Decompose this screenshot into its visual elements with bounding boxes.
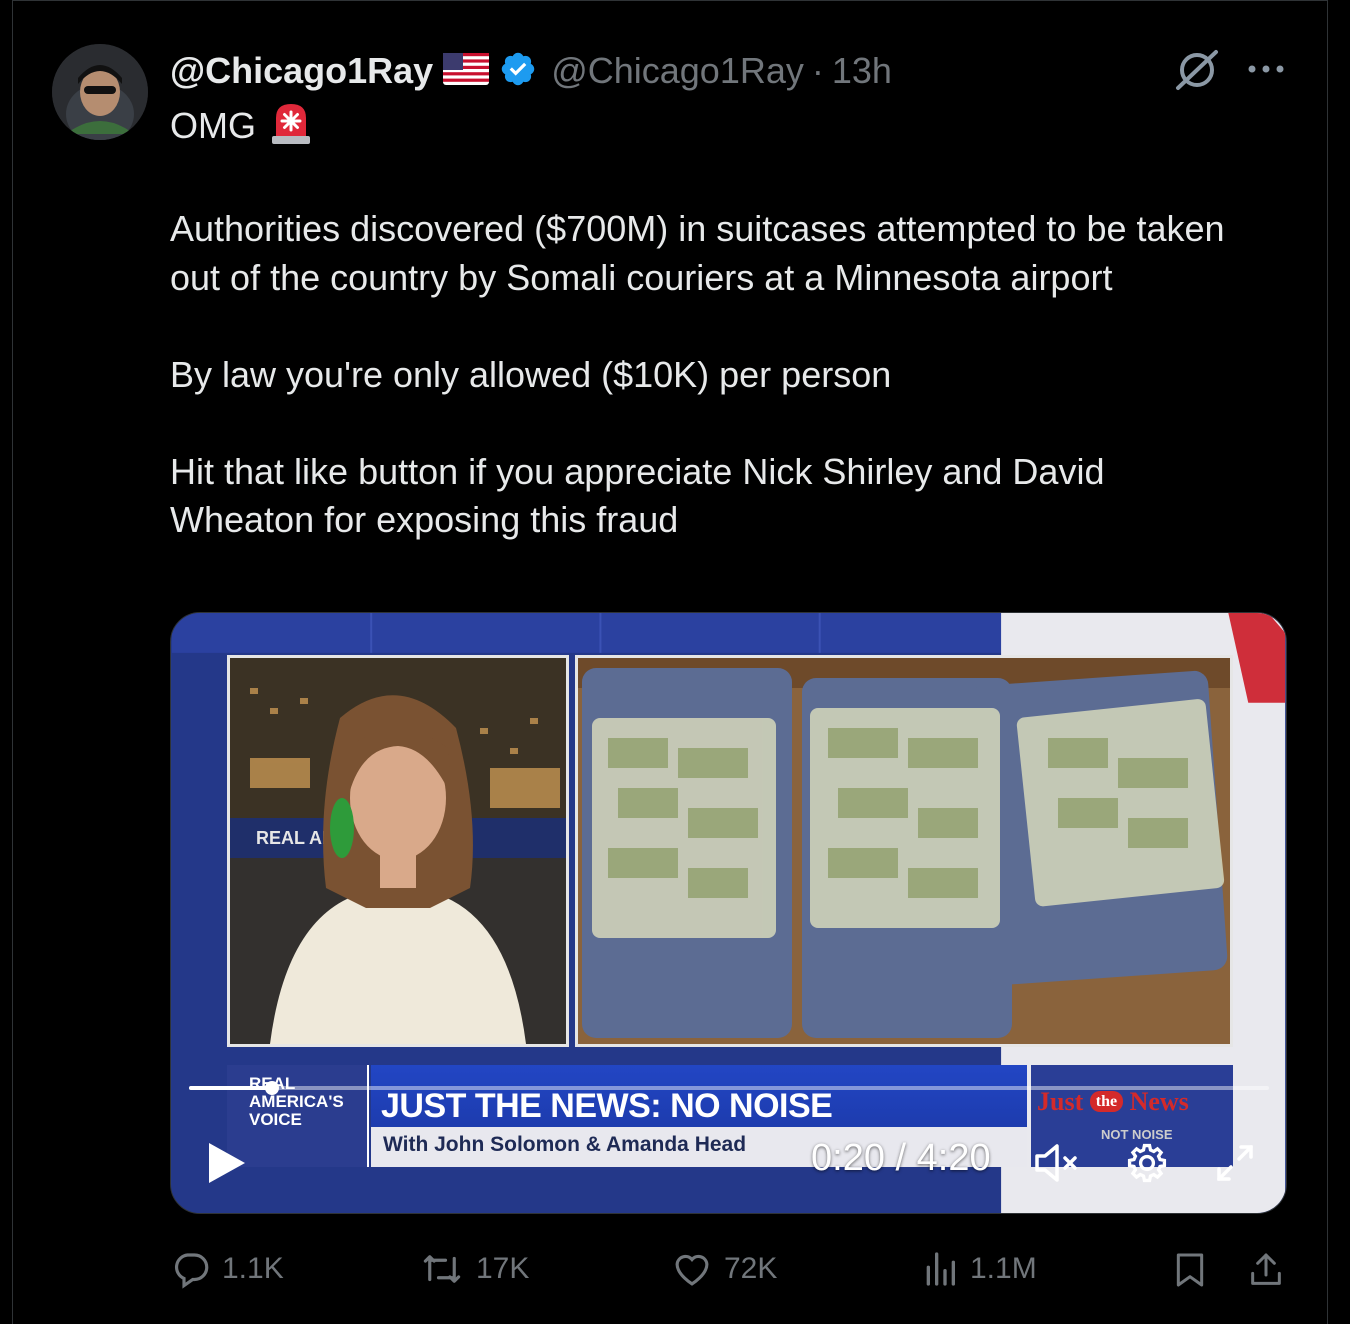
tweet-paragraph: Authorities discovered ($700M) in suitca…	[170, 208, 1225, 298]
us-flag-icon	[443, 52, 490, 90]
share-icon	[1251, 1253, 1281, 1285]
video-progress-fill	[189, 1086, 273, 1090]
timestamp[interactable]: 13h	[832, 50, 892, 92]
like-count: 72K	[724, 1252, 778, 1285]
heart-icon	[675, 1254, 709, 1286]
video-time: 0:20 / 4:20	[811, 1137, 991, 1179]
tweet-paragraph: Hit that like button if you appreciate N…	[170, 450, 1105, 541]
views-count: 1.1M	[970, 1252, 1037, 1285]
grok-icon[interactable]	[1172, 48, 1222, 97]
views-icon	[926, 1252, 955, 1286]
tweet-text: OMG Authorities discovered ($700M) in su…	[170, 100, 1250, 545]
tweet-paragraph: By law you're only allowed ($10K) per pe…	[170, 353, 892, 395]
like-button[interactable]: 72K	[670, 1248, 777, 1290]
tweet-header: @Chicago1Ray @Chicago1Ray · 13h	[170, 46, 892, 96]
repost-icon	[423, 1255, 461, 1283]
reply-icon	[175, 1253, 209, 1289]
display-name[interactable]: @Chicago1Ray	[170, 50, 433, 92]
anchor-video-panel: REAL AM	[227, 655, 569, 1047]
share-button[interactable]	[1246, 1248, 1296, 1292]
show-title: JUST THE NEWS: NO NOISE	[381, 1087, 833, 1125]
video-progress-bar[interactable]	[189, 1081, 1269, 1095]
handle[interactable]: @Chicago1Ray	[551, 50, 804, 92]
views-button[interactable]: 1.1M	[920, 1248, 1037, 1290]
muted-volume-icon[interactable]	[1033, 1141, 1085, 1190]
cash-bags-video-panel	[575, 655, 1233, 1047]
more-icon[interactable]	[1246, 54, 1286, 89]
avatar[interactable]	[52, 44, 148, 140]
network-logo: REAL AMERICA'S VOICE	[227, 1065, 369, 1167]
verified-badge-icon[interactable]	[499, 50, 537, 93]
repost-button[interactable]: 17K	[418, 1248, 529, 1290]
show-subtitle: With John Solomon & Amanda Head	[383, 1133, 747, 1156]
tweet-paragraph: OMG	[170, 105, 256, 146]
fullscreen-icon[interactable]	[1215, 1143, 1255, 1188]
gear-icon[interactable]	[1125, 1141, 1169, 1190]
bookmark-button[interactable]	[1170, 1248, 1220, 1292]
bookmark-icon	[1176, 1253, 1204, 1287]
repost-count: 17K	[476, 1252, 530, 1285]
reply-count: 1.1K	[222, 1252, 284, 1285]
reply-button[interactable]: 1.1K	[170, 1248, 284, 1290]
video-player[interactable]: REAL AM AMERICA'S VOICE JUST THE NEWS: N…	[170, 612, 1287, 1214]
separator-dot: ·	[811, 50, 824, 91]
siren-icon	[268, 100, 314, 157]
play-icon[interactable]	[207, 1141, 247, 1190]
tweet-actions: 1.1K 17K 72K 1.1M	[170, 1248, 1287, 1296]
